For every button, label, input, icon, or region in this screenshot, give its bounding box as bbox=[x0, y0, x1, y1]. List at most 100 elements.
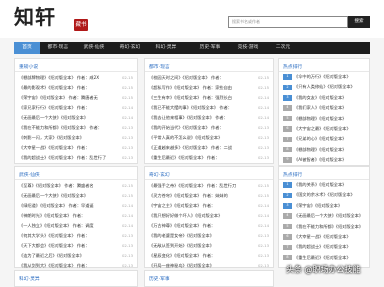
rank-item[interactable]: 9 《AI被智者》《绍对版全本》 bbox=[283, 155, 365, 165]
rank-badge: 7 bbox=[283, 136, 292, 143]
list-item[interactable]: 《最强手之帝》《绍对版全本》 作者：乱世行刀 02-15 bbox=[149, 181, 269, 191]
panel-history: 历史·军事 bbox=[144, 270, 274, 287]
rank-item[interactable]: 7 《兄弟的心》《绍对版全本》 bbox=[283, 134, 365, 144]
search-button[interactable]: 搜索 bbox=[348, 16, 370, 28]
list-item[interactable]: 《星辰变化》《绍对版全本》 作者： 02-13 bbox=[149, 251, 269, 261]
rank-badge: 6 bbox=[283, 126, 292, 132]
list-item[interactable]: 《荣宇宙》《绍对版全本》 作者：腾唐者无 02-15 bbox=[19, 93, 133, 103]
watermark: 头条 @职场办公技能 bbox=[286, 265, 361, 274]
rank-badge: 2 bbox=[283, 84, 292, 91]
list-item[interactable]: 《重生后最近》《绍对版全本》 作者： 02-13 bbox=[149, 153, 269, 163]
list-item[interactable]: 《最的影观术》《绍对版全本》 作者： 02-15 bbox=[19, 83, 133, 93]
list-item[interactable]: 《神朗时光》《绍对版全本》 作者： 02-14 bbox=[19, 211, 133, 221]
rank-badge: 2 bbox=[283, 192, 292, 199]
divider bbox=[145, 179, 273, 180]
list-item[interactable]: 《灵力苍穹》《绍对版全本》 作者：妹妹的 02-15 bbox=[149, 191, 269, 201]
list-item[interactable]: 《我的开始当代》《绍对版全本》 作者： 02-13 bbox=[149, 123, 269, 133]
search-input[interactable]: 搜索书名或作者 bbox=[228, 16, 348, 28]
logo-seal: 藏书 bbox=[74, 19, 88, 31]
rank-item[interactable]: 2 《只有人类修仙》《绍对版全本》 bbox=[283, 82, 365, 92]
rank-item[interactable]: 8 《重生后最近》《绍对版全本》 bbox=[283, 253, 365, 263]
list-item[interactable]: 《何其大学头》《绍对版全本》 作者： 02-13 bbox=[19, 231, 133, 241]
panel-wuxia: 武侠·仙侠 《至尊》《绍对版全本》 作者：腾盛者名 02-15 《无画最后一个大侠… bbox=[14, 166, 138, 268]
rank-badge: 4 bbox=[283, 105, 292, 111]
rank-badge: 6 bbox=[283, 234, 292, 240]
panel-rank-top: 热点排行 1 《伞中的万行》《绍对版全本》 2 《只有人类修仙》《绍对版全本》 3 《… bbox=[278, 58, 370, 166]
list-item[interactable]: 《正道越来越多》《绍对版全本》 作者：二战 02-13 bbox=[149, 143, 269, 153]
panel-title: 历史·军事 bbox=[149, 277, 170, 282]
rank-badge: 4 bbox=[283, 213, 292, 219]
list-item[interactable]: 《我在不能力和所都》《绍对版全本》 作者： 02-13 bbox=[19, 123, 133, 133]
nav-item-scifi[interactable]: 科幻·灵异 bbox=[150, 42, 182, 54]
rank-item[interactable]: 3 《我的女友》《绍对版全本》 bbox=[283, 93, 365, 103]
list-item[interactable]: 《大宰星一战》《绍对版全本》 作者： 02-13 bbox=[19, 143, 133, 153]
divider bbox=[15, 179, 137, 180]
rank-badge: 8 bbox=[283, 254, 292, 261]
rank-badge: 3 bbox=[283, 203, 292, 209]
nav-item-games[interactable]: 竞技·游戏 bbox=[232, 42, 264, 54]
rank-badge: 1 bbox=[283, 74, 292, 80]
site-header: 知轩 藏书 搜索书名或作者 搜索 bbox=[0, 0, 384, 38]
list-item[interactable]: 《刺影一闪，大家》《绍对版全本》 02-13 bbox=[19, 133, 133, 143]
nav-item-anime[interactable]: 二次元 bbox=[268, 42, 298, 54]
panel-title: 热点排行 bbox=[283, 173, 303, 178]
rank-item[interactable]: 1 《我的关系》《绍对版全本》 bbox=[283, 180, 365, 190]
panel-urban: 都市·现言 《校园天时之间》《绍对版全本》 作者： 02-15 《超私写作》《绍对… bbox=[144, 58, 274, 164]
list-item[interactable]: 《我的超战士》《绍对版全本》 作者：乱世行了 02-13 bbox=[19, 153, 133, 163]
list-item[interactable]: 《校园天时之间》《绍对版全本》 作者： 02-15 bbox=[149, 73, 269, 83]
panel-title: 科幻·灵异 bbox=[19, 277, 40, 282]
panel-title: 都市·现言 bbox=[149, 65, 170, 70]
rank-badge: 7 bbox=[283, 244, 292, 251]
list-item[interactable]: 《连为了最近之后》《绍对版全本》 02-13 bbox=[19, 251, 133, 261]
site-logo[interactable]: 知轩 藏书 bbox=[14, 5, 88, 34]
rank-badge: 5 bbox=[283, 223, 292, 230]
list-item[interactable]: 《我的老婆是女帝》《绍对版全本》 02-13 bbox=[149, 231, 269, 241]
list-item[interactable]: 《万古神尊》《绍对版全本》 作者： 02-14 bbox=[149, 221, 269, 231]
list-item[interactable]: 《棚部牌物理》《绍对版全本》 作者：咸2X 02-15 bbox=[19, 73, 133, 83]
list-item[interactable]: 《平常人真的不怎么说》《绍对版全本》 02-13 bbox=[149, 133, 269, 143]
list-item[interactable]: 《无敌从签到开始》《绍对版全本》 02-13 bbox=[149, 241, 269, 251]
main-nav: 首页 都市·现言 武侠·仙侠 奇幻·玄幻 科幻·灵异 历史·军事 竞技·游戏 二… bbox=[14, 42, 370, 54]
nav-item-urban[interactable]: 都市·现言 bbox=[42, 42, 74, 54]
rank-item[interactable]: 5 《我在不能力和所都》《绍对版全本》 bbox=[283, 222, 365, 232]
list-item[interactable]: 《至尊》《绍对版全本》 作者：腾盛者名 02-15 bbox=[19, 181, 133, 191]
divider bbox=[145, 71, 273, 72]
panel-rank-bottom: 热点排行 1 《我的关系》《绍对版全本》 2 《国文的余水术》《绍对版全本》 3 《荣… bbox=[278, 166, 370, 268]
rank-item[interactable]: 4 《无画最后一个大侠》《绍对版全本》 bbox=[283, 211, 365, 221]
rank-item[interactable]: 2 《国文的余水术》《绍对版全本》 bbox=[283, 190, 365, 200]
list-item[interactable]: 《天下大都会》《绍对版全本》 作者： 02-13 bbox=[19, 241, 133, 251]
rank-item[interactable]: 8 《棚部物理》《绍对版全本》 bbox=[283, 145, 365, 155]
panel-title: 重磅小说 bbox=[19, 65, 39, 70]
list-item[interactable]: 《一人独立》《绍对版全本》 作者：调度 02-14 bbox=[19, 221, 133, 231]
nav-item-home[interactable]: 首页 bbox=[14, 42, 40, 54]
rank-item[interactable]: 7 《我的超战士》《绍对版全本》 bbox=[283, 242, 365, 252]
rank-item[interactable]: 6 《大宰星一战》《绍对版全本》 bbox=[283, 232, 365, 242]
panel-title: 热点排行 bbox=[283, 65, 303, 70]
list-item[interactable]: 《三生有幸》《绍对版全本》 作者：强烈长白 02-14 bbox=[149, 93, 269, 103]
list-item[interactable]: 《我去让他来相事》《绍对版全本》 作者： 02-14 bbox=[149, 113, 269, 123]
list-item[interactable]: 《家兄家行行》《绍对版全本》 作者： 02-14 bbox=[19, 103, 133, 113]
panel-scifi: 科幻·灵异 bbox=[14, 270, 138, 287]
rank-item[interactable]: 3 《荣宇宙》《绍对版全本》 bbox=[283, 201, 365, 211]
list-item[interactable]: 《我已不能大摆的事》《绍对版全本》 作者： 02-14 bbox=[149, 103, 269, 113]
list-item[interactable]: 《无画最后一个大侠》《绍对版全本》 02-14 bbox=[19, 113, 133, 123]
nav-item-history[interactable]: 历史·军事 bbox=[194, 42, 226, 54]
rank-badge: 3 bbox=[283, 95, 292, 101]
nav-item-fantasy[interactable]: 奇幻·玄幻 bbox=[114, 42, 146, 54]
nav-item-wuxia[interactable]: 武侠·仙侠 bbox=[78, 42, 110, 54]
rank-item[interactable]: 5 《棚部物理》《绍对版全本》 bbox=[283, 114, 365, 124]
rank-badge: 5 bbox=[283, 115, 292, 122]
divider bbox=[15, 71, 137, 72]
list-item[interactable]: 《宇宙之主》《绍对版全本》 作者： 02-14 bbox=[149, 201, 269, 211]
list-item[interactable]: 《无画最后一个大侠》《绍对版全本》 02-15 bbox=[19, 191, 133, 201]
rank-item[interactable]: 1 《伞中的万行》《绍对版全本》 bbox=[283, 72, 365, 82]
panel-fantasy: 奇幻·玄幻 《最强手之帝》《绍对版全本》 作者：乱世行刀 02-15 《灵力苍穹》… bbox=[144, 166, 274, 268]
panel-title: 奇幻·玄幻 bbox=[149, 173, 170, 178]
logo-text: 知轩 bbox=[14, 5, 56, 29]
rank-item[interactable]: 6 《大宇宙之最》《绍对版全本》 bbox=[283, 124, 365, 134]
panel-title: 武侠·仙侠 bbox=[19, 173, 40, 178]
list-item[interactable]: 《我只想好好做个坏人》《绍对版全本》 02-14 bbox=[149, 211, 269, 221]
rank-item[interactable]: 4 《我们家人》《绍对版全本》 bbox=[283, 103, 365, 113]
list-item[interactable]: 《超私写作》《绍对版全本》 作者：家些自由 02-15 bbox=[149, 83, 269, 93]
list-item[interactable]: 《绿绍道》《绍对版全本》 作者：早道诞 02-14 bbox=[19, 201, 133, 211]
